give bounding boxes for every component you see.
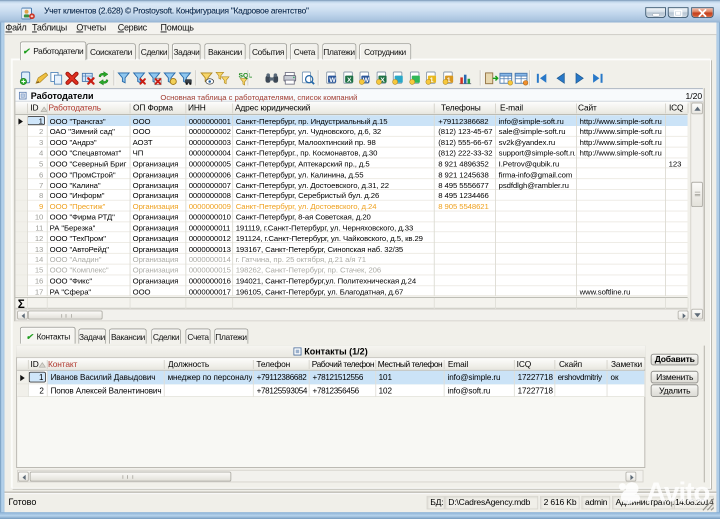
svg-text:X: X xyxy=(347,77,352,84)
svg-text:SQL: SQL xyxy=(239,72,253,79)
svg-text:W: W xyxy=(329,77,336,84)
